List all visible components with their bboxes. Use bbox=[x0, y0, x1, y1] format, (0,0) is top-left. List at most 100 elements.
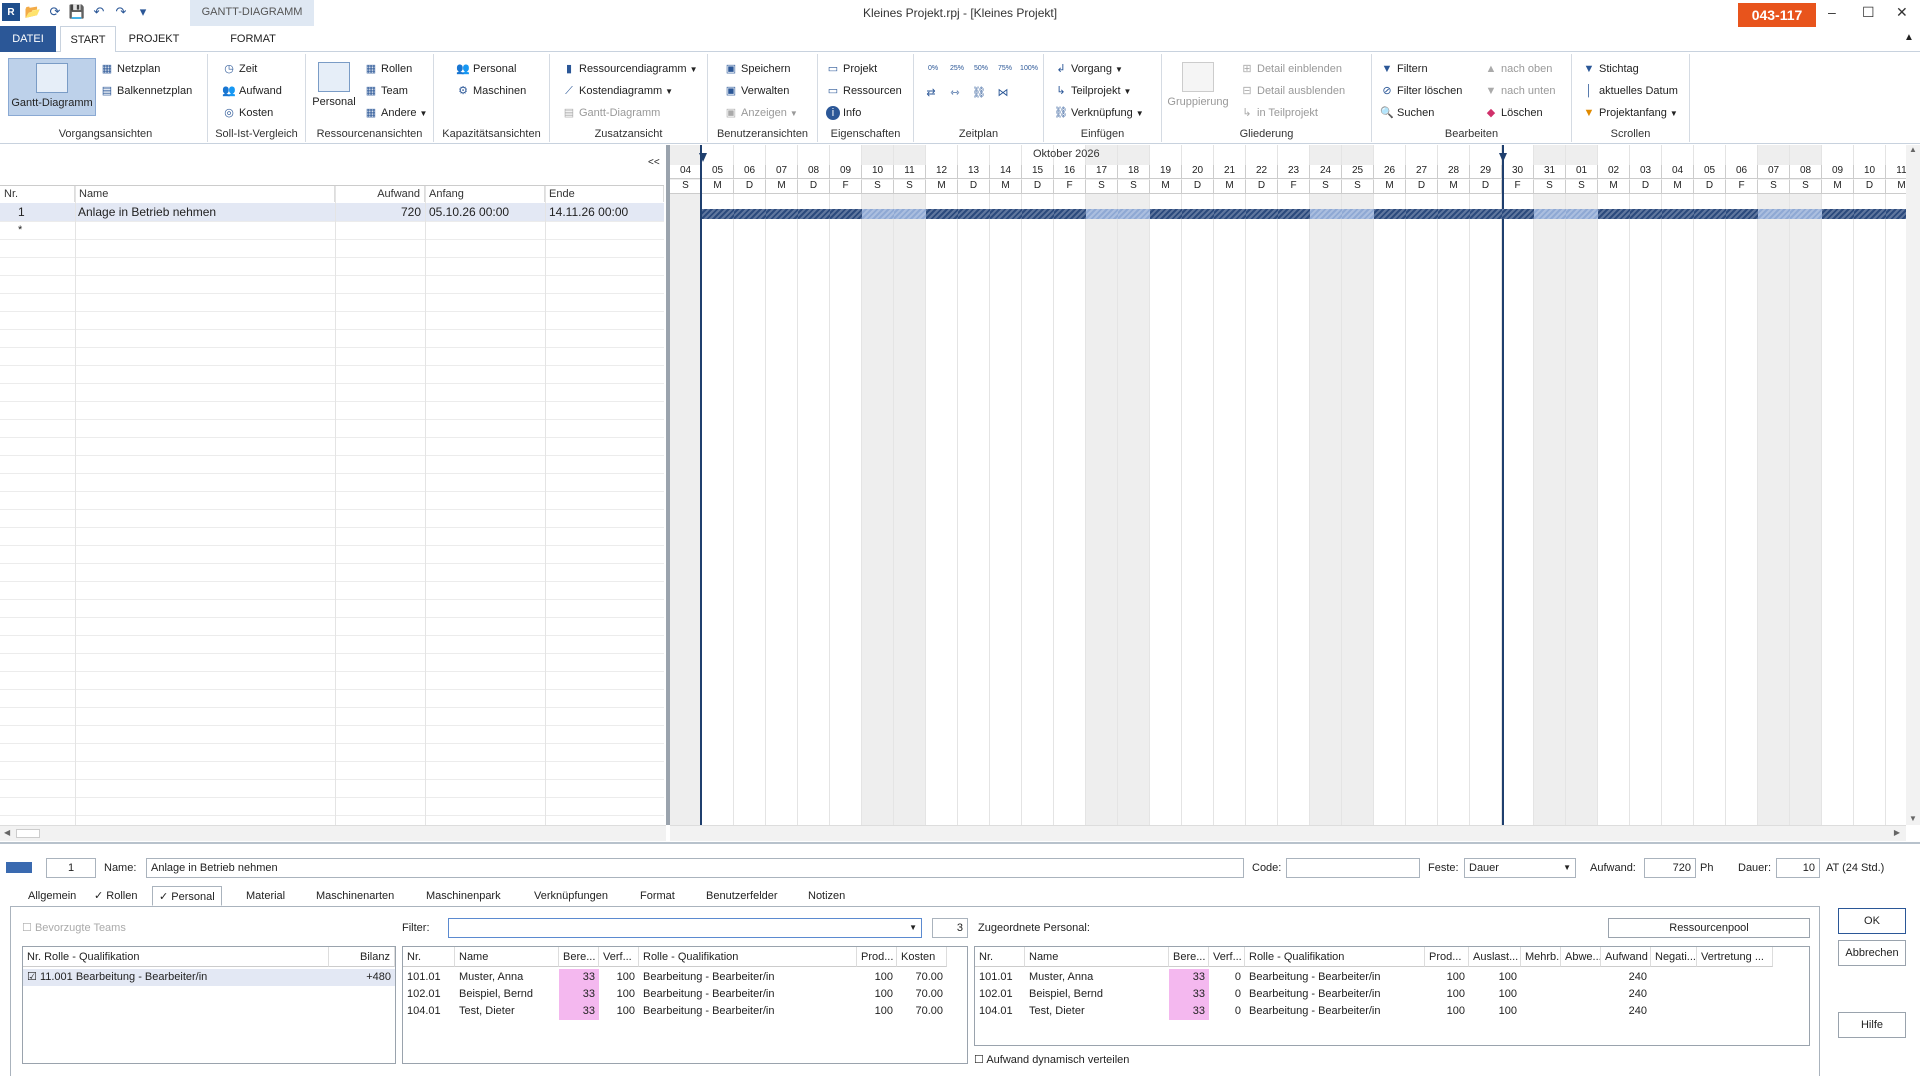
gantt-bar-segment[interactable] bbox=[1278, 209, 1310, 219]
gantt-bar-segment[interactable] bbox=[766, 209, 798, 219]
col-header-nr[interactable]: Nr. bbox=[0, 186, 75, 202]
gantt-bar-segment[interactable] bbox=[1342, 209, 1374, 219]
aufwand-field[interactable]: 720 bbox=[1644, 858, 1696, 878]
scroll-thumb[interactable] bbox=[16, 829, 40, 838]
gantt-bar-segment[interactable] bbox=[734, 209, 766, 219]
filter-loeschen-button[interactable]: ⊘ Filter löschen bbox=[1380, 84, 1462, 98]
col-header[interactable]: Negati... bbox=[1651, 947, 1697, 967]
gantt-bar-segment[interactable] bbox=[1470, 209, 1502, 219]
tab-allgemein[interactable]: Allgemein bbox=[22, 886, 82, 906]
tab-maschinenpark[interactable]: Maschinenpark bbox=[420, 886, 507, 906]
speichern-button[interactable]: ▣ Speichern bbox=[724, 62, 791, 76]
tab-format[interactable]: FORMAT bbox=[210, 26, 296, 52]
in-teilprojekt-button[interactable]: ↳ in Teilprojekt bbox=[1240, 106, 1318, 120]
nach-unten-button[interactable]: ▼ nach unten bbox=[1484, 84, 1556, 98]
scroll-down-icon[interactable]: ▼ bbox=[1906, 814, 1920, 823]
help-button[interactable]: Hilfe bbox=[1838, 1012, 1906, 1038]
tab-benutzerfelder[interactable]: Benutzerfelder bbox=[700, 886, 784, 906]
gantt-bar-segment[interactable] bbox=[990, 209, 1022, 219]
filter-select[interactable]: ▼ bbox=[448, 918, 922, 938]
col-header[interactable]: Name bbox=[455, 947, 559, 967]
ressourcenpool-button[interactable]: Ressourcenpool bbox=[1608, 918, 1810, 938]
balkennetzplan-button[interactable]: ▤ Balkennetzplan bbox=[100, 84, 192, 98]
table-hscrollbar[interactable]: ◀ bbox=[0, 825, 666, 841]
verknuepfung-button[interactable]: ⛓ Verknüpfung ▼ bbox=[1054, 106, 1144, 120]
gantt-bar-segment[interactable] bbox=[1758, 209, 1790, 219]
teams-checkbox[interactable]: ☐ Bevorzugte Teams bbox=[22, 918, 126, 938]
gantt-bar-segment[interactable] bbox=[1854, 209, 1886, 219]
gantt-bar-segment[interactable] bbox=[1214, 209, 1246, 219]
vertical-scrollbar[interactable]: ▲ ▼ bbox=[1906, 145, 1920, 825]
split-icon[interactable]: ⇿ bbox=[948, 86, 962, 100]
gantt-bar-segment[interactable] bbox=[798, 209, 830, 219]
gantt-view-button[interactable]: Gantt-Diagramm bbox=[8, 58, 96, 116]
detail-ausblenden-button[interactable]: ⊟ Detail ausblenden bbox=[1240, 84, 1345, 98]
ressourcen-button[interactable]: ▭ Ressourcen bbox=[826, 84, 902, 98]
gantt-bar-segment[interactable] bbox=[1054, 209, 1086, 219]
andere-button[interactable]: ▦ Andere ▼ bbox=[364, 106, 428, 120]
task-color-swatch[interactable] bbox=[6, 862, 32, 873]
vorgang-button[interactable]: ↲ Vorgang ▼ bbox=[1054, 62, 1123, 76]
roles-header-role[interactable]: Nr. Rolle - Qualifikation bbox=[23, 947, 329, 967]
gantt-bar-segment[interactable] bbox=[1662, 209, 1694, 219]
projekt-button[interactable]: ▭ Projekt bbox=[826, 62, 877, 76]
aktuelles-datum-button[interactable]: │ aktuelles Datum bbox=[1582, 84, 1678, 98]
collapse-table-button[interactable]: << bbox=[648, 157, 660, 168]
scroll-up-icon[interactable]: ▲ bbox=[1906, 145, 1920, 154]
tab-notizen[interactable]: Notizen bbox=[802, 886, 851, 906]
col-header-ende[interactable]: Ende bbox=[545, 186, 664, 202]
gantt-bar-segment[interactable] bbox=[926, 209, 958, 219]
anzeigen-button[interactable]: ▣ Anzeigen ▼ bbox=[724, 106, 798, 120]
checkbox-checked-icon[interactable]: ☑ bbox=[27, 971, 37, 983]
col-header[interactable]: Abwe... bbox=[1561, 947, 1601, 967]
tab-rollen[interactable]: ✓ Rollen bbox=[88, 886, 143, 906]
table-row[interactable]: 1 Anlage in Betrieb nehmen 720 05.10.26 … bbox=[0, 203, 664, 221]
progress-0-icon[interactable]: 0% bbox=[924, 62, 942, 76]
gantt-bar-segment[interactable] bbox=[1726, 209, 1758, 219]
col-header[interactable]: Name bbox=[1025, 947, 1169, 967]
tab-maschinenarten[interactable]: Maschinenarten bbox=[310, 886, 400, 906]
gantt-bar-segment[interactable] bbox=[862, 209, 894, 219]
col-header[interactable]: Bere... bbox=[559, 947, 599, 967]
col-header-anfang[interactable]: Anfang bbox=[425, 186, 545, 202]
col-header[interactable]: Bere... bbox=[1169, 947, 1209, 967]
code-field[interactable] bbox=[1286, 858, 1420, 878]
verwalten-button[interactable]: ▣ Verwalten bbox=[724, 84, 790, 98]
ribbon-collapse-icon[interactable]: ▲ bbox=[1904, 32, 1914, 43]
scroll-left-icon[interactable]: ◀ bbox=[4, 828, 10, 837]
zusatz-gantt-button[interactable]: ▤ Gantt-Diagramm bbox=[562, 106, 661, 120]
gantt-bar-segment[interactable] bbox=[894, 209, 926, 219]
col-header[interactable]: Nr. bbox=[975, 947, 1025, 967]
filter-count-field[interactable]: 3 bbox=[932, 918, 968, 938]
cancel-button[interactable]: Abbrechen bbox=[1838, 940, 1906, 966]
detail-einblenden-button[interactable]: ⊞ Detail einblenden bbox=[1240, 62, 1342, 76]
gantt-bar-segment[interactable] bbox=[1086, 209, 1118, 219]
task-name-field[interactable]: Anlage in Betrieb nehmen bbox=[146, 858, 1244, 878]
suchen-button[interactable]: 🔍 Suchen bbox=[1380, 106, 1434, 120]
gantt-bar-segment[interactable] bbox=[1566, 209, 1598, 219]
gantt-bar-segment[interactable] bbox=[1118, 209, 1150, 219]
progress-100-icon[interactable]: 100% bbox=[1020, 62, 1038, 76]
gruppierung-button[interactable]: Gruppierung bbox=[1166, 62, 1230, 108]
gantt-bar-segment[interactable] bbox=[1310, 209, 1342, 219]
team-button[interactable]: ▦ Team bbox=[364, 84, 408, 98]
stichtag-button[interactable]: ▼ Stichtag bbox=[1582, 62, 1639, 76]
dauer-field[interactable]: 10 bbox=[1776, 858, 1820, 878]
feste-select[interactable]: Dauer ▼ bbox=[1464, 858, 1576, 878]
kap-personal-button[interactable]: 👥 Personal bbox=[456, 62, 516, 76]
close-icon[interactable]: ✕ bbox=[1896, 4, 1908, 21]
tab-datei[interactable]: DATEI bbox=[0, 26, 56, 52]
roles-header-bilanz[interactable]: Bilanz bbox=[329, 947, 395, 967]
maximize-icon[interactable]: ☐ bbox=[1862, 4, 1875, 21]
minimize-icon[interactable]: – bbox=[1828, 4, 1836, 20]
col-header[interactable]: Mehrb... bbox=[1521, 947, 1561, 967]
gantt-bar-segment[interactable] bbox=[1886, 209, 1906, 219]
col-header[interactable]: Prod... bbox=[857, 947, 897, 967]
zeit-button[interactable]: ◷ Zeit bbox=[222, 62, 257, 76]
col-header[interactable]: Vertretung ... bbox=[1697, 947, 1773, 967]
gantt-bar-segment[interactable] bbox=[1022, 209, 1054, 219]
tab-personal[interactable]: ✓ Personal bbox=[152, 886, 222, 906]
scroll-right-icon[interactable]: ▶ bbox=[1894, 828, 1900, 837]
move-task-icon[interactable]: ⇄ bbox=[924, 86, 938, 100]
gantt-bar-segment[interactable] bbox=[1182, 209, 1214, 219]
